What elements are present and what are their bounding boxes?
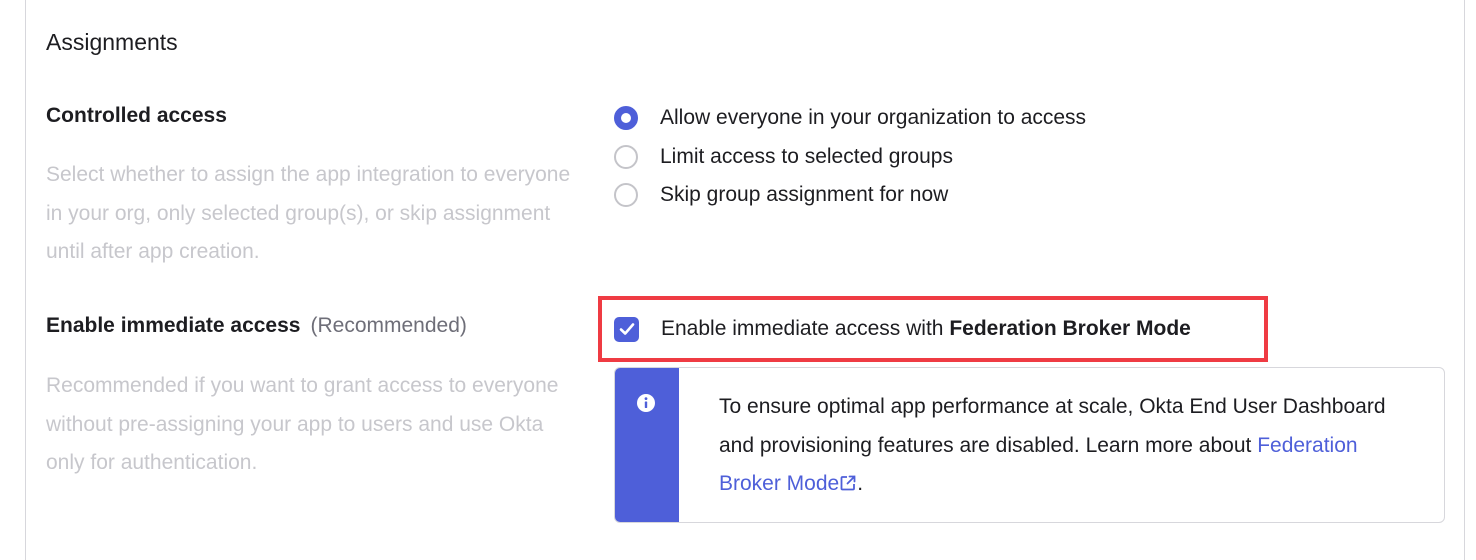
callout-accent-bar [615,368,679,522]
controlled-access-help: Select whether to assign the app integra… [46,163,571,263]
immediate-access-label-text: Enable immediate access [46,314,301,337]
immediate-access-checkbox-label: Enable immediate access with Federation … [661,317,1191,341]
immediate-access-checkbox[interactable] [614,316,639,342]
radio-button[interactable] [614,144,638,169]
radio-option-skip-assignment[interactable]: Skip group assignment for now [614,176,1086,215]
radio-button-checked[interactable] [614,106,638,131]
callout-message: To ensure optimal app performance at sca… [719,388,1419,504]
radio-option-limit-groups[interactable]: Limit access to selected groups [614,138,1086,177]
controlled-access-radio-group: Allow everyone in your organization to a… [614,99,1086,215]
callout-trailing: . [857,472,864,495]
immediate-access-help: Recommended if you want to grant access … [46,374,559,474]
radio-option-label: Allow everyone in your organization to a… [660,106,1087,130]
radio-option-label: Limit access to selected groups [660,144,953,168]
section-title: Assignments [46,29,178,55]
radio-button[interactable] [614,183,638,208]
controlled-access-label-text: Controlled access [46,104,227,127]
checkbox-label-text: Enable immediate access with [661,317,950,340]
info-callout: To ensure optimal app performance at sca… [614,367,1445,523]
recommended-suffix: (Recommended) [310,314,467,337]
checkmark-icon [619,323,634,335]
immediate-access-checkbox-row[interactable]: Enable immediate access with Federation … [614,313,1191,345]
radio-option-label: Skip group assignment for now [660,183,949,207]
checkbox-label-bold: Federation Broker Mode [949,317,1191,340]
controlled-access-label: Controlled access [46,104,227,128]
radio-option-allow-everyone[interactable]: Allow everyone in your organization to a… [614,99,1086,138]
info-icon [637,394,655,412]
external-link-icon [840,475,856,491]
immediate-access-label: Enable immediate access (Recommended) [46,314,467,338]
